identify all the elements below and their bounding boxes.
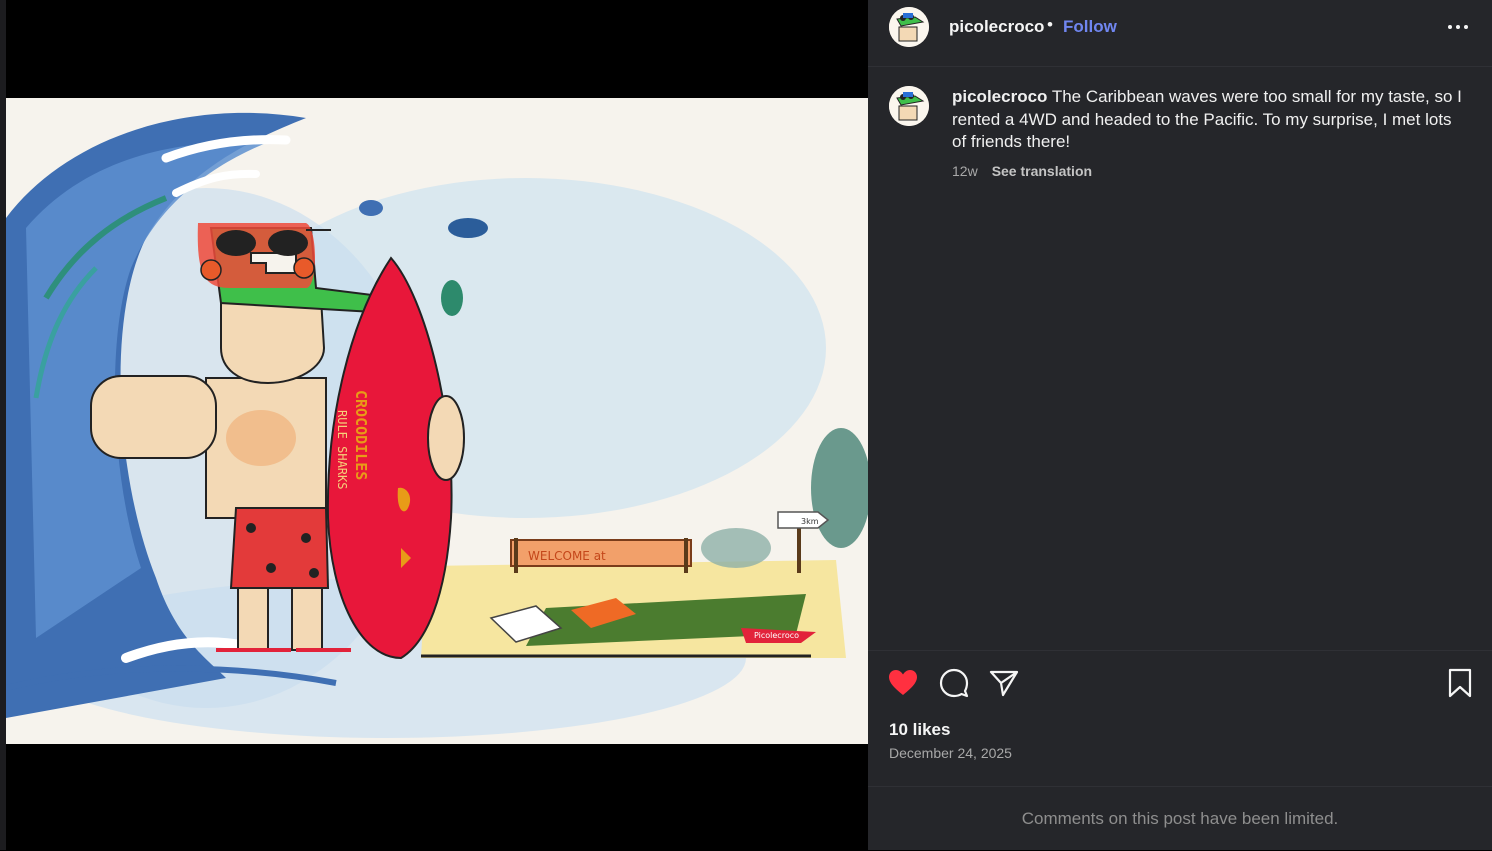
- follow-button[interactable]: Follow: [1063, 17, 1117, 37]
- speech-bubble-icon[interactable]: [938, 667, 970, 699]
- post-header: picolecroco • Follow: [868, 0, 1492, 67]
- likes-count[interactable]: 10 likes: [889, 720, 950, 740]
- comments-limited-text: Comments on this post have been limited.: [1021, 809, 1339, 828]
- post-username[interactable]: picolecroco: [949, 17, 1044, 37]
- post-media: WELCOME at 3km Picolecroco CROCODILES RU…: [0, 0, 868, 850]
- post-date: December 24, 2025: [889, 745, 1012, 761]
- bookmark-icon[interactable]: [1444, 667, 1476, 699]
- towel-text: Picolecroco: [754, 631, 799, 640]
- see-translation-link[interactable]: See translation: [992, 163, 1092, 179]
- caption-text: picolecroco The Caribbean waves were too…: [952, 86, 1470, 154]
- separator-dot: •: [1047, 15, 1053, 34]
- caption-username[interactable]: picolecroco: [952, 87, 1047, 106]
- crocodile-avatar-icon: [889, 86, 929, 126]
- heart-filled-icon[interactable]: [887, 667, 919, 699]
- arrow-sign-text: 3km: [801, 517, 819, 526]
- board-text-1: CROCODILES: [352, 390, 370, 480]
- caption-avatar[interactable]: [889, 86, 929, 126]
- crocodile-avatar-icon: [889, 7, 929, 47]
- action-bar: 10 likes December 24, 2025: [868, 650, 1492, 791]
- avatar[interactable]: [889, 7, 929, 47]
- caption-meta: 12w See translation: [952, 163, 1092, 179]
- paper-plane-icon[interactable]: [988, 667, 1020, 699]
- post-side-panel: picolecroco • Follow picolecroco The Car…: [868, 0, 1492, 850]
- post-age[interactable]: 12w: [952, 163, 978, 179]
- comments-limited-bar: Comments on this post have been limited.: [868, 786, 1492, 851]
- post-image-surfing-crocodile[interactable]: WELCOME at 3km Picolecroco CROCODILES RU…: [6, 98, 868, 744]
- more-options-icon[interactable]: [1446, 17, 1470, 37]
- board-text-2: RULE SHARKS: [335, 410, 349, 489]
- welcome-sign-text: WELCOME at: [528, 549, 606, 563]
